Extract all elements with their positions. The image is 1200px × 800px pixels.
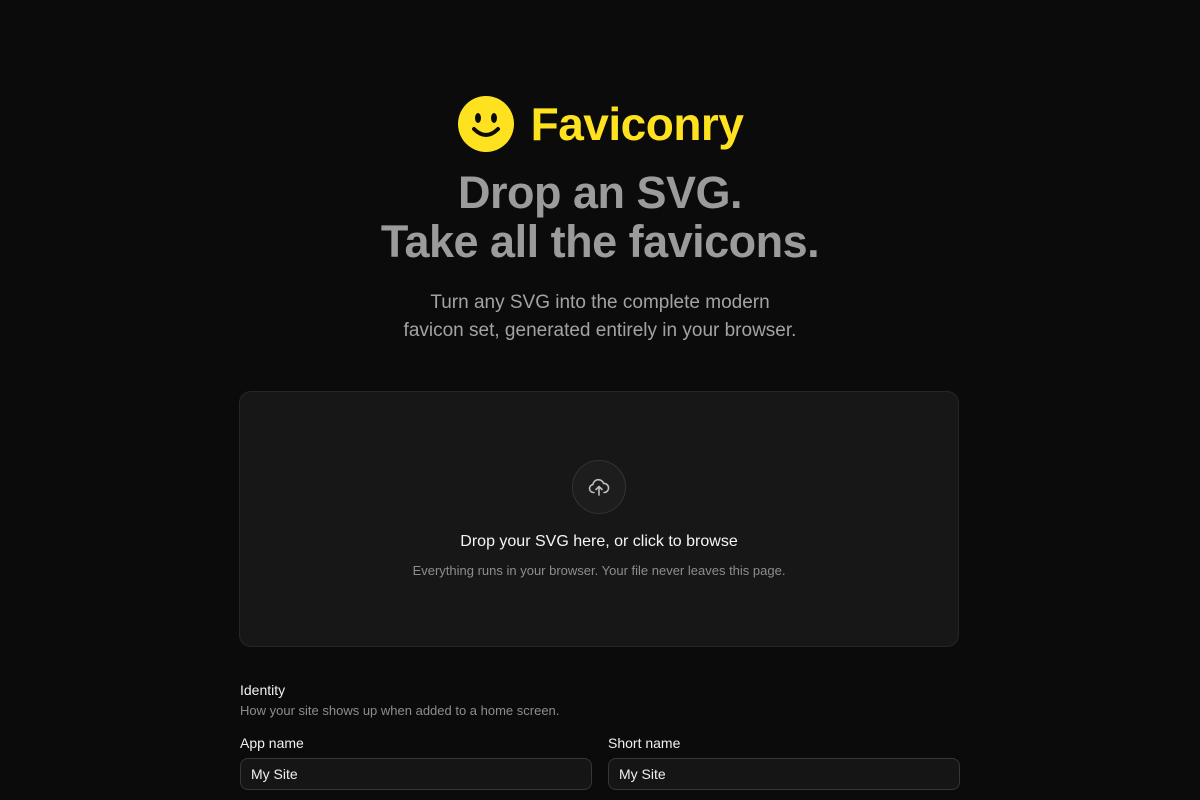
app-name-input[interactable]	[240, 758, 592, 790]
brand-name: Faviconry	[530, 98, 744, 150]
upload-button[interactable]	[572, 460, 626, 514]
hero-headline-line-2: Take all the favicons.	[380, 216, 820, 267]
identity-section-description: How your site shows up when added to a h…	[240, 703, 560, 718]
smiley-face-icon	[457, 96, 514, 152]
page: Faviconry Drop an SVG. Take all the favi…	[0, 0, 1200, 800]
hero-subheadline: Turn any SVG into the complete modern fa…	[0, 289, 1200, 345]
cloud-upload-icon	[588, 478, 610, 496]
short-name-input[interactable]	[608, 758, 960, 790]
short-name-label: Short name	[608, 735, 681, 751]
app-name-label: App name	[240, 735, 304, 751]
hero-headline: Drop an SVG. Take all the favicons.	[0, 168, 1200, 266]
identity-section-title: Identity	[240, 682, 286, 698]
hero-headline-line-1: Drop an SVG.	[457, 167, 743, 218]
dropzone-title: Drop your SVG here, or click to browse	[460, 533, 738, 550]
hero-subheadline-line-1: Turn any SVG into the complete modern	[430, 292, 770, 313]
hero-subheadline-line-2: favicon set, generated entirely in your …	[403, 320, 797, 341]
brand-header: Faviconry	[0, 94, 1200, 154]
dropzone-note: Everything runs in your browser. Your fi…	[412, 563, 786, 578]
svg-dropzone[interactable]: Drop your SVG here, or click to browse E…	[239, 391, 959, 647]
